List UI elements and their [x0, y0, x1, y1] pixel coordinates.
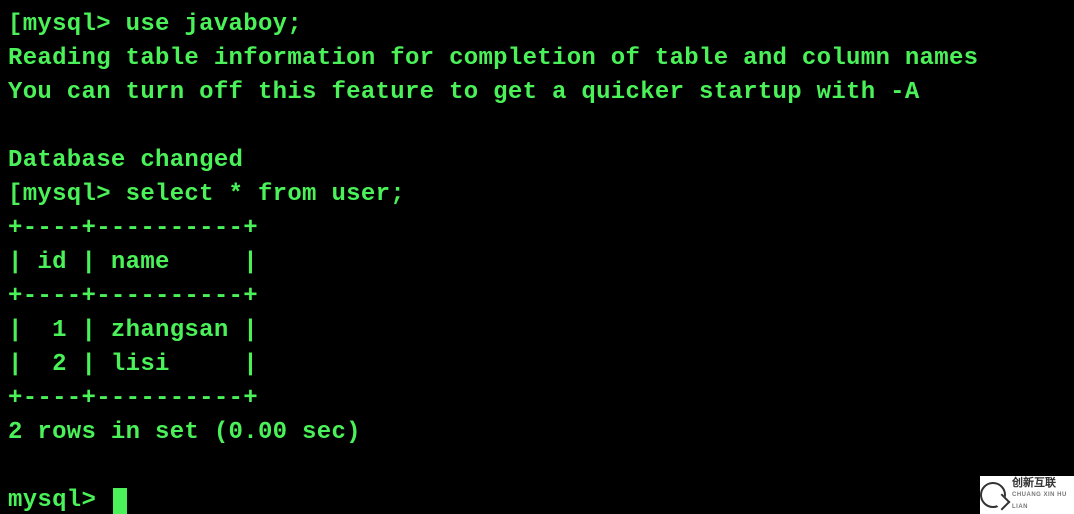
table-border-mid: +----+----------+: [8, 283, 258, 310]
watermark-logo-icon: [980, 482, 1006, 508]
bracket: [: [8, 181, 23, 208]
msg-reading: Reading table information for completion…: [8, 45, 978, 72]
mysql-terminal[interactable]: [mysql> use javaboy; Reading table infor…: [0, 0, 1074, 514]
msg-turnoff: You can turn off this feature to get a q…: [8, 79, 920, 106]
command-select: select * from user;: [126, 181, 405, 208]
table-row: | 2 | lisi |: [8, 351, 258, 378]
msg-db-changed: Database changed: [8, 147, 243, 174]
prompt: mysql>: [23, 11, 111, 38]
command-use: use javaboy;: [126, 11, 302, 38]
table-row: | 1 | zhangsan |: [8, 317, 258, 344]
prompt: mysql>: [23, 181, 111, 208]
table-border-bottom: +----+----------+: [8, 385, 258, 412]
bracket: [: [8, 11, 23, 38]
table-border-top: +----+----------+: [8, 215, 258, 242]
cursor[interactable]: [113, 488, 127, 514]
watermark: 创新互联 CHUANG XIN HU LIAN: [980, 476, 1074, 514]
result-summary: 2 rows in set (0.00 sec): [8, 419, 361, 446]
watermark-title: 创新互联: [1012, 477, 1074, 489]
watermark-sub: CHUANG XIN HU LIAN: [1012, 489, 1074, 513]
prompt: mysql>: [8, 487, 96, 514]
table-header: | id | name |: [8, 249, 258, 276]
